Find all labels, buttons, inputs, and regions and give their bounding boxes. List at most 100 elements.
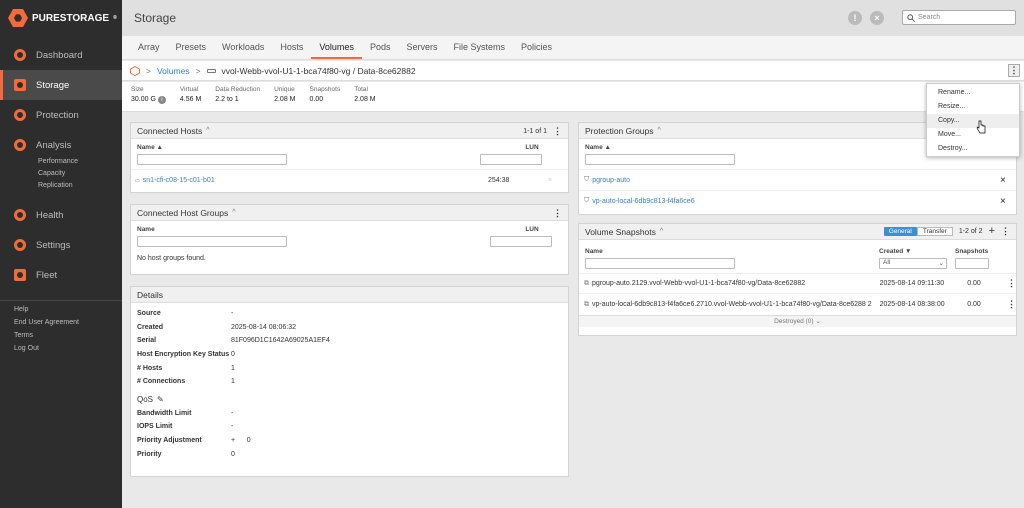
- volume-icon: [206, 68, 216, 73]
- kebab-icon[interactable]: ⋮: [1001, 226, 1010, 237]
- details-panel: Details Source - Created 2025-08-14 08:06:…: [130, 286, 569, 477]
- close-circle-icon[interactable]: ×: [870, 11, 884, 25]
- gear-icon: [14, 239, 26, 251]
- stat-data-reduction: 2.2 to 1: [215, 96, 239, 103]
- menu-destroy[interactable]: Destroy...: [927, 142, 1019, 156]
- tab-file-systems[interactable]: File Systems: [445, 36, 513, 59]
- topbar: Storage ! × Search: [122, 0, 1024, 36]
- search-icon: [907, 13, 915, 22]
- array-home-icon[interactable]: [130, 65, 140, 76]
- name-filter-input[interactable]: [137, 154, 287, 165]
- remove-icon[interactable]: ×: [548, 177, 568, 184]
- empty-message: No host groups found.: [137, 255, 206, 262]
- sidebar-item-settings[interactable]: Settings: [0, 230, 122, 260]
- snapshot-icon: ⧉: [584, 279, 589, 287]
- tab-servers[interactable]: Servers: [398, 36, 445, 59]
- pgroup-link[interactable]: pgroup-auto: [592, 177, 1000, 184]
- sidebar-sub-capacity[interactable]: Capacity: [0, 168, 122, 180]
- search-input[interactable]: Search: [902, 10, 1016, 25]
- tab-pods[interactable]: Pods: [362, 36, 399, 59]
- snapshot-icon: ⧉: [584, 300, 589, 308]
- tab-hosts[interactable]: Hosts: [272, 36, 311, 59]
- stat-total: 2.08 M: [354, 96, 376, 103]
- host-link[interactable]: sn1-cfi-c08-15-c01-b01: [143, 177, 488, 184]
- volume-actions-kebab-icon[interactable]: ⋮: [1008, 64, 1020, 77]
- remove-icon[interactable]: ×: [1000, 196, 1016, 207]
- sidebar-item-fleet[interactable]: Fleet: [0, 260, 122, 290]
- stat-size: 30.00 G: [131, 96, 156, 103]
- edit-icon[interactable]: ✎: [157, 395, 164, 404]
- remove-icon[interactable]: ×: [1000, 175, 1016, 186]
- hand-cursor-icon: [976, 120, 986, 134]
- shield-icon: [14, 109, 26, 121]
- name-filter-input[interactable]: [585, 154, 735, 165]
- panel-title: Connected Hosts: [137, 125, 203, 136]
- volume-stats: Size 30.00 G i Virtual 4.56 M Data Reducti…: [122, 82, 1024, 112]
- name-filter-input[interactable]: [137, 236, 287, 247]
- alert-icon[interactable]: !: [848, 11, 862, 25]
- sidebar: PURESTORAGE ® Dashboard Storage Protectio…: [0, 0, 122, 508]
- collapse-caret-icon[interactable]: ^: [206, 127, 209, 134]
- menu-move[interactable]: Move...: [927, 128, 1019, 142]
- sidebar-item-health[interactable]: Health: [0, 200, 122, 230]
- info-icon[interactable]: i: [157, 96, 166, 104]
- tab-array[interactable]: Array: [130, 36, 168, 59]
- menu-copy[interactable]: Copy...: [927, 114, 1019, 128]
- tab-bar: Array Presets Workloads Hosts Volumes Po…: [122, 36, 1024, 60]
- help-link[interactable]: Help: [0, 303, 122, 316]
- kebab-icon[interactable]: ⋮: [553, 126, 562, 137]
- terms-link[interactable]: Terms: [0, 329, 122, 342]
- tab-policies[interactable]: Policies: [513, 36, 560, 59]
- breadcrumb-current: vvol-Webb-vvol-U1-1-bca74f80-vg / Data-8…: [221, 65, 416, 76]
- kebab-icon[interactable]: ⋮: [553, 208, 562, 219]
- sidebar-item-dashboard[interactable]: Dashboard: [0, 40, 122, 70]
- connected-hosts-panel: Connected Hosts ^ 1-1 of 1 ⋮ Name ▲ LUN ▭ sn…: [130, 122, 569, 193]
- snapshots-filter-input[interactable]: [955, 258, 989, 269]
- breadcrumb: > Volumes > vvol-Webb-vvol-U1-1-bca74f80…: [122, 61, 1024, 81]
- stat-unique: 2.08 M: [274, 96, 296, 103]
- lun-filter-input[interactable]: [490, 236, 552, 247]
- lun-filter-input[interactable]: [480, 154, 542, 165]
- volume-snapshots-panel: Volume Snapshots ^ General Transfer 1-2 of …: [578, 223, 1017, 336]
- collapse-caret-icon[interactable]: ^: [658, 127, 661, 134]
- transfer-button[interactable]: Transfer: [916, 226, 953, 236]
- logout-link[interactable]: Log Out: [0, 342, 122, 355]
- sidebar-item-storage[interactable]: Storage: [0, 70, 122, 100]
- kebab-icon[interactable]: ⋮: [1007, 278, 1016, 289]
- tab-volumes[interactable]: Volumes: [311, 36, 362, 59]
- sidebar-footer: Help End User Agreement Terms Log Out: [0, 300, 122, 355]
- sidebar-sub-performance[interactable]: Performance: [0, 156, 122, 168]
- host-icon: ▭: [135, 177, 140, 184]
- sidebar-item-analysis[interactable]: Analysis: [0, 134, 122, 156]
- collapse-caret-icon[interactable]: ^: [660, 228, 663, 235]
- pgroup-link[interactable]: vp-auto-local-6db9c813-f4fa6ce6: [592, 198, 1000, 205]
- sidebar-item-protection[interactable]: Protection: [0, 100, 122, 130]
- analysis-icon: [14, 139, 26, 151]
- kebab-icon[interactable]: ⋮: [1007, 299, 1016, 310]
- name-filter-input[interactable]: [585, 258, 735, 269]
- stat-virtual: 4.56 M: [179, 96, 202, 103]
- destroyed-toggle[interactable]: Destroyed (0) ⌄: [579, 315, 1016, 327]
- connected-host-groups-panel: Connected Host Groups ^ ⋮ Name LUN No host…: [130, 204, 569, 275]
- volume-actions-menu: Rename... Resize... Copy... Move... Dest…: [926, 83, 1020, 157]
- breadcrumb-volumes-link[interactable]: Volumes: [157, 66, 190, 76]
- health-icon: [14, 209, 26, 221]
- fleet-icon: [14, 269, 26, 281]
- tab-workloads[interactable]: Workloads: [214, 36, 272, 59]
- created-filter-select[interactable]: All ⌄: [879, 258, 947, 269]
- general-button[interactable]: General: [883, 226, 917, 236]
- shield-icon: ⛉: [584, 176, 590, 183]
- menu-resize[interactable]: Resize...: [927, 100, 1019, 114]
- sidebar-sub-replication[interactable]: Replication: [0, 180, 122, 192]
- shield-icon: ⛉: [584, 197, 590, 204]
- add-icon[interactable]: +: [989, 225, 995, 237]
- collapse-caret-icon[interactable]: ^: [232, 209, 235, 216]
- page-title: Storage: [134, 11, 177, 25]
- logo[interactable]: PURESTORAGE ®: [0, 0, 122, 36]
- eula-link[interactable]: End User Agreement: [0, 316, 122, 329]
- pagination: 1-1 of 1: [523, 128, 547, 135]
- pure-storage-logo-icon: [8, 9, 28, 27]
- qos-title: QoS: [137, 394, 154, 404]
- menu-rename[interactable]: Rename...: [927, 86, 1019, 100]
- tab-presets[interactable]: Presets: [168, 36, 215, 59]
